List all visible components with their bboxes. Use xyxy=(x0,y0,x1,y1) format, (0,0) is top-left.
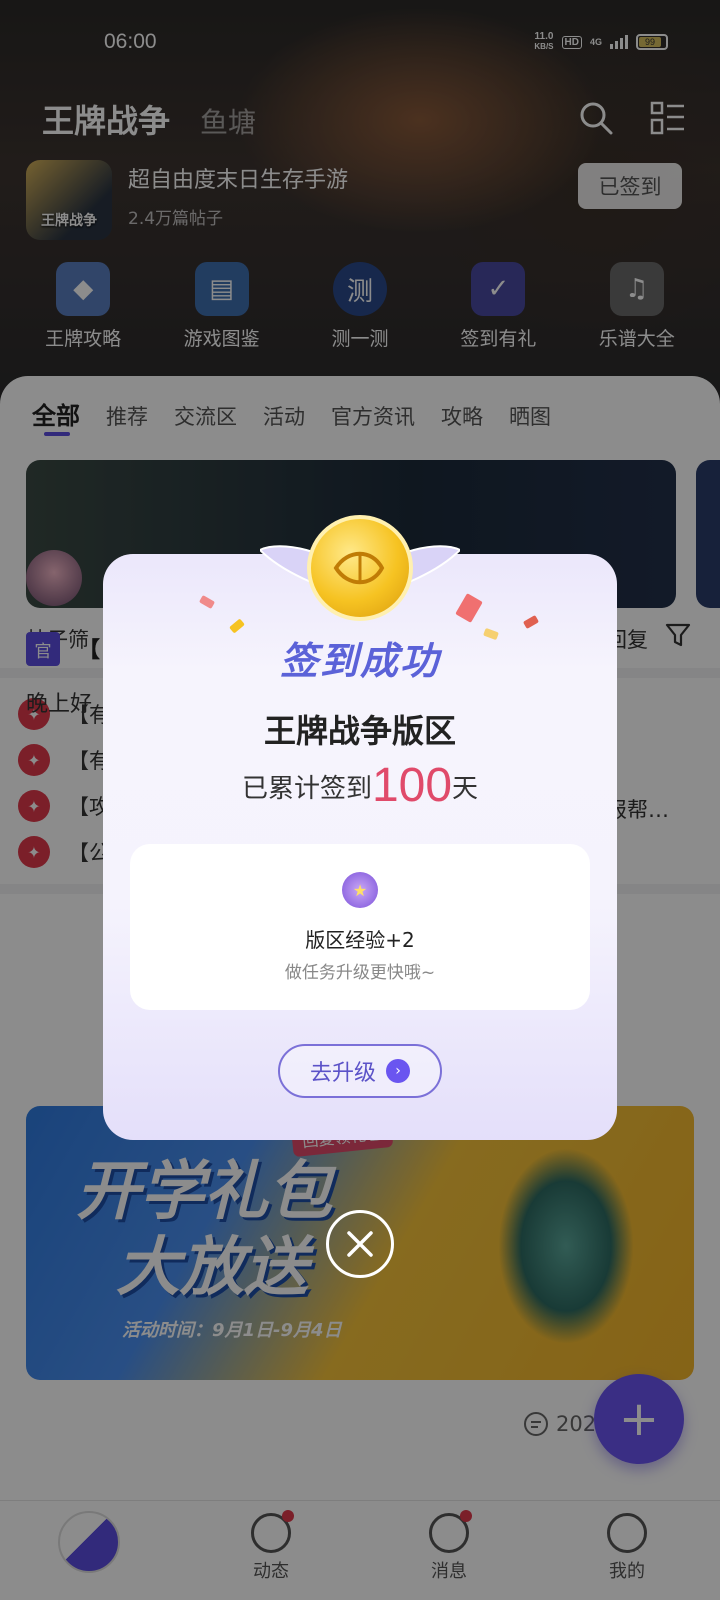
fish-coin-icon xyxy=(307,515,413,621)
upgrade-button[interactable]: 去升级 › xyxy=(278,1044,442,1098)
board-name: 王牌战争版区 xyxy=(263,712,456,750)
close-dialog-button[interactable] xyxy=(326,1210,394,1278)
reward-subtitle: 做任务升级更快哦~ xyxy=(284,963,436,983)
chevron-right-icon: › xyxy=(386,1059,410,1083)
checkin-count: 已累计签到100天 xyxy=(241,759,479,812)
reward-title: 版区经验+2 xyxy=(305,928,415,952)
star-medal-icon: ★ xyxy=(342,872,378,908)
close-icon xyxy=(347,1231,373,1257)
reward-card: ★ 版区经验+2 做任务升级更快哦~ xyxy=(130,844,590,1010)
dialog-title: 签到成功 xyxy=(279,639,440,683)
